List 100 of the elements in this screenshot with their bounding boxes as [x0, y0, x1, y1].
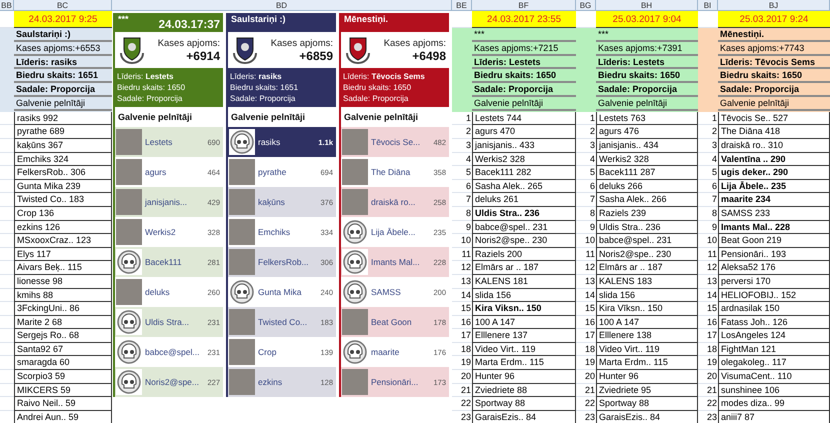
shield-emblem-icon	[230, 35, 260, 65]
members-text: Biedru skaits: 1650	[343, 82, 412, 93]
clan-info-cell: Sadale: Proporcija	[718, 83, 830, 97]
earner-cell: GaraisEzis.. 84	[472, 410, 576, 423]
earner-name: Crop	[258, 347, 278, 357]
snapshot-date: 24.03.2017 23:55	[472, 11, 576, 28]
earner-cell: janisjanis.. 433	[472, 138, 576, 153]
earner-cell: Andrei Aun.. 59	[14, 410, 112, 423]
earner-name: rasiks	[258, 137, 282, 147]
photo-placeholder	[342, 189, 368, 215]
treasury-label: Kases apjoms:	[158, 38, 220, 48]
earner-cell: Lestets 744	[472, 112, 576, 126]
clan-info-cell: Līderis: rasiks	[14, 56, 112, 70]
earner-name: Bacek111	[145, 257, 183, 267]
earner-cell: SAMSS 233	[718, 206, 830, 221]
treasury-label: Kases apjoms:	[270, 38, 333, 48]
photo-placeholder	[229, 159, 255, 185]
photo-placeholder	[342, 129, 368, 155]
column-header[interactable]: BD	[112, 0, 452, 11]
clan-info-cell: Kases apjoms:+7743	[718, 42, 830, 56]
clan-info-cell: Saulstariņi :)	[14, 28, 112, 42]
clan-info-cell: Mēnestiņi.	[718, 28, 830, 42]
clan-name: Mēnestiņi.	[344, 13, 388, 25]
earner-cell: Fatass Joh.. 126	[718, 316, 830, 330]
earner-cell: Marta Erdm.. 115	[472, 356, 576, 370]
earner-cell: Raziels 239	[596, 206, 698, 221]
clan-info-cell: Līderis: Tēvocis Sems	[718, 56, 830, 70]
earner-cell: Bacek111 282	[472, 166, 576, 180]
skull-avatar-icon	[116, 249, 142, 275]
earner-cell: Raziels 200	[472, 248, 576, 262]
earner-cell: VisumaCent.. 110	[718, 370, 830, 384]
earner-cell: ugis deker.. 290	[718, 166, 830, 180]
earner-cell: Noris2@spe.. 230	[472, 234, 576, 248]
treasury-value: +6498	[412, 48, 446, 62]
skull-avatar-icon	[342, 249, 368, 275]
earner-cell: deluks 266	[596, 180, 698, 194]
treasury-label: Kases apjoms:	[384, 38, 446, 48]
column-header[interactable]: BE	[452, 0, 472, 11]
earner-name: kaķūns	[258, 197, 286, 207]
column-header[interactable]: BI	[698, 0, 718, 11]
earner-cell: agurs 476	[596, 125, 698, 139]
earner-name: Twisted Co...	[258, 317, 308, 327]
earner-cell: Gunta Mika 239	[14, 180, 112, 194]
earner-cell: Video Virt.. 119	[596, 342, 698, 356]
earner-cell: aniii7 87	[718, 410, 830, 423]
earner-name: Uldis Stra...	[145, 317, 190, 327]
split-text: Sadale: Proporcija	[230, 93, 296, 104]
photo-placeholder	[116, 129, 142, 155]
leader-text: Līderis: Tēvocis Sems	[343, 71, 426, 82]
earner-cell: Video Virt.. 119	[472, 342, 576, 356]
clan-info-cell: Biedru skaits: 1651	[14, 69, 112, 84]
snapshot-date: 25.03.2017 9:04	[596, 11, 698, 28]
earner-cell: Sportway 88	[596, 397, 698, 411]
earner-cell: Aivars Beķ.. 115	[14, 261, 112, 275]
earner-cell: Werkis2 328	[472, 152, 576, 166]
earner-cell: KALENS 183	[596, 274, 698, 288]
earner-cell: KALENS 181	[472, 274, 576, 288]
earner-cell: Marite 2 68	[14, 316, 112, 330]
earner-cell: babce@spel.. 231	[596, 234, 698, 248]
earner-cell: olegakoleg.. 117	[718, 356, 830, 370]
earner-cell: FelkersRob.. 306	[14, 166, 112, 180]
photo-placeholder	[342, 369, 368, 395]
photo-placeholder	[116, 279, 142, 305]
earner-name: agurs	[145, 167, 168, 177]
earner-cell: Twisted Co.. 183	[14, 193, 112, 207]
earner-cell: 100 A 147	[596, 316, 698, 330]
skull-avatar-icon	[116, 309, 142, 335]
earner-cell: Lija Ābele.. 235	[718, 180, 830, 194]
earner-cell: Uldis Stra.. 236	[596, 220, 698, 234]
photo-placeholder	[229, 219, 255, 245]
earner-cell: MIKCERS 59	[14, 384, 112, 398]
earner-cell: ardnasilak 150	[718, 302, 830, 316]
earner-name: Beat Goon	[371, 317, 413, 327]
clan-name: Saulstariņi :)	[231, 13, 286, 25]
earner-cell: Elmārs ar .. 187	[596, 261, 698, 275]
top-earners-heading: Galvenie pelnītāji	[343, 111, 420, 124]
column-header[interactable]: BB	[0, 0, 14, 11]
earner-cell: perversi 170	[718, 274, 830, 288]
clan-info-cell: Biedru skaits: 1650	[718, 69, 830, 84]
photo-placeholder	[342, 309, 368, 335]
earner-name: SAMSS	[371, 287, 402, 297]
earner-cell: Sergejs Ro.. 68	[14, 329, 112, 343]
earner-cell: Tēvocis Se.. 527	[718, 112, 830, 126]
earner-name: babce@spel...	[145, 347, 200, 357]
snapshot-date: 24.03.2017 9:25	[14, 11, 112, 28]
earner-cell: Lestets 763	[596, 112, 698, 126]
earner-cell: Zviedriete 95	[596, 384, 698, 398]
earner-cell: agurs 470	[472, 125, 576, 139]
photo-placeholder	[229, 369, 255, 395]
photo-placeholder	[116, 159, 142, 185]
photo-placeholder	[116, 189, 142, 215]
earner-name: Pensionāri...	[371, 377, 420, 387]
earner-cell: slida 156	[596, 288, 698, 302]
earner-cell: Sasha Alek.. 265	[472, 180, 576, 194]
column-header[interactable]: BG	[576, 0, 596, 11]
clan-info-cell: Kases apjoms:+6553	[14, 42, 112, 56]
earner-cell: Hunter 96	[596, 370, 698, 384]
earner-cell: lionesse 98	[14, 274, 112, 288]
leader-text: Līderis: Lestets	[117, 71, 174, 82]
top-earners-heading: Galvenie pelnītāji	[230, 111, 306, 124]
